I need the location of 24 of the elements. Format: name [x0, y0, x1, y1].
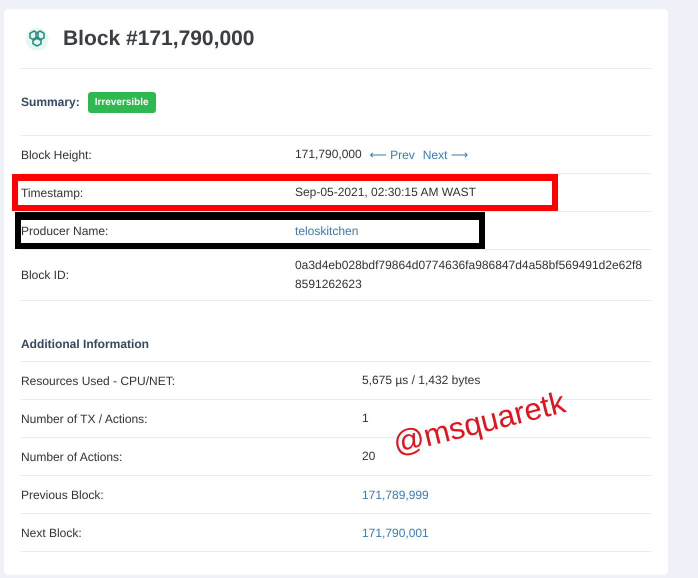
block-height-value: 171,790,000: [295, 146, 362, 163]
field-label: Block ID:: [21, 268, 70, 282]
prev-link[interactable]: ⟵ Prev: [370, 148, 415, 162]
field-label: Block Height:: [21, 148, 93, 162]
value-link[interactable]: teloskitchen: [295, 224, 358, 238]
field-value: 20: [362, 448, 376, 465]
field-value: Sep-05-2021, 02:30:15 AM WAST: [295, 184, 477, 201]
field-label: Number of Actions:: [21, 450, 124, 464]
field-value: 0a3d4eb028bdf79864d0774636fa986847d4a58bf569491d2e62f88591262623: [295, 257, 644, 293]
section-heading: Additional Information: [21, 301, 651, 362]
field-label: Number of TX / Actions:: [21, 412, 148, 426]
value-link[interactable]: 171,789,999: [362, 488, 429, 502]
summary-label: Summary:: [21, 95, 80, 109]
hexagon-logo-icon: [25, 26, 49, 50]
value-link[interactable]: 171,790,001: [362, 526, 429, 540]
status-badge: Irreversible: [88, 92, 156, 112]
page-title: Block #171,790,000: [63, 26, 254, 50]
field-label: Producer Name:: [21, 224, 110, 238]
next-link[interactable]: Next ⟶: [422, 148, 468, 162]
field-value: 5,675 µs / 1,432 bytes: [362, 372, 482, 389]
field-label: Next Block:: [21, 526, 83, 540]
field-label: Previous Block:: [21, 488, 105, 502]
field-label: Resources Used - CPU/NET:: [21, 374, 176, 388]
field-label: Timestamp:: [21, 186, 84, 200]
